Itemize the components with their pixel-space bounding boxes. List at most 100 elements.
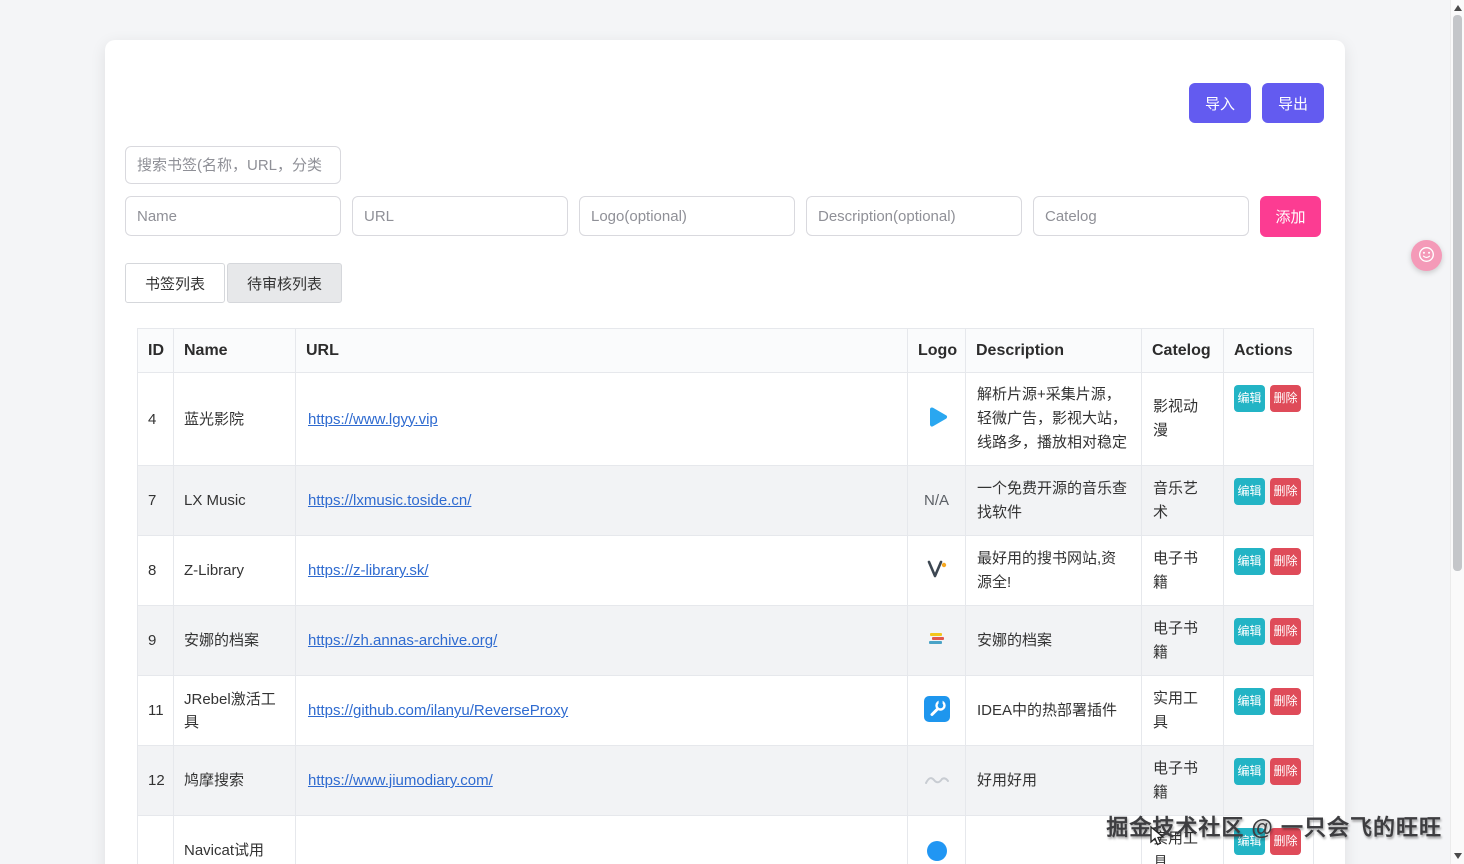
cell-url: https://www.lgyy.vip [296, 373, 908, 466]
tab-bookmark-list[interactable]: 书签列表 [125, 263, 225, 303]
delete-button[interactable]: 删除 [1270, 618, 1301, 645]
cell-url: https://lxmusic.toside.cn/ [296, 466, 908, 536]
logo-field[interactable] [579, 196, 795, 236]
export-button[interactable]: 导出 [1262, 83, 1324, 123]
cell-id [138, 816, 174, 864]
cell-logo [908, 536, 966, 606]
books-icon [928, 631, 946, 651]
list-tabs: 书签列表 待审核列表 [125, 263, 342, 303]
cell-id: 4 [138, 373, 174, 466]
cell-catelog: 电子书籍 [1142, 606, 1224, 676]
cell-catelog: 实用工具 [1142, 676, 1224, 746]
bookmark-table-body: 4 蓝光影院 https://www.lgyy.vip 解析片源+采集片源，轻微… [138, 373, 1314, 864]
header-catelog: Catelog [1142, 329, 1224, 373]
delete-button[interactable]: 删除 [1270, 758, 1301, 785]
bookmark-link[interactable]: https://z-library.sk/ [308, 562, 429, 579]
add-bookmark-form: 添加 [125, 196, 1321, 237]
cell-logo [908, 606, 966, 676]
zlibrary-icon [925, 557, 949, 585]
cell-description: 解析片源+采集片源，轻微广告，影视大站，线路多，播放相对稳定 [966, 373, 1142, 466]
edit-button[interactable]: 编辑 [1234, 548, 1265, 575]
scrollbar-up-arrow-icon[interactable] [1454, 5, 1462, 11]
description-field[interactable] [806, 196, 1022, 236]
cell-description: IDEA中的热部署插件 [966, 676, 1142, 746]
cell-logo [908, 373, 966, 466]
cell-id: 11 [138, 676, 174, 746]
cell-actions: 编辑 删除 [1224, 606, 1314, 676]
table-row: 4 蓝光影院 https://www.lgyy.vip 解析片源+采集片源，轻微… [138, 373, 1314, 466]
scrollbar-down-arrow-icon[interactable] [1454, 853, 1462, 859]
cell-name: 安娜的档案 [174, 606, 296, 676]
cell-id: 9 [138, 606, 174, 676]
cell-description: 一个免费开源的音乐查找软件 [966, 466, 1142, 536]
cell-url: https://github.com/ilanyu/ReverseProxy [296, 676, 908, 746]
cell-name: JRebel激活工具 [174, 676, 296, 746]
header-actions: Actions [1224, 329, 1314, 373]
delete-button[interactable]: 删除 [1270, 688, 1301, 715]
cell-id: 7 [138, 466, 174, 536]
cell-name: 鸠摩搜索 [174, 746, 296, 816]
header-logo: Logo [908, 329, 966, 373]
tab-pending-review-list[interactable]: 待审核列表 [227, 263, 342, 303]
scrollbar-thumb[interactable] [1453, 15, 1462, 571]
page-scrollbar[interactable] [1450, 0, 1464, 864]
table-row: 8 Z-Library https://z-library.sk/ 最好用的搜书… [138, 536, 1314, 606]
url-field[interactable] [352, 196, 568, 236]
cell-id: 12 [138, 746, 174, 816]
cell-logo: N/A [908, 466, 966, 536]
delete-button[interactable]: 删除 [1270, 385, 1301, 412]
table-row: 11 JRebel激活工具 https://github.com/ilanyu/… [138, 676, 1314, 746]
cell-actions: 编辑 删除 [1224, 373, 1314, 466]
bookmark-link[interactable]: https://www.lgyy.vip [308, 411, 438, 428]
cell-logo [908, 746, 966, 816]
bookmark-link[interactable]: https://zh.annas-archive.org/ [308, 632, 497, 649]
cell-catelog: 音乐艺术 [1142, 466, 1224, 536]
cell-actions: 编辑 删除 [1224, 536, 1314, 606]
cell-name: Navicat试用 [174, 816, 296, 864]
header-description: Description [966, 329, 1142, 373]
add-button[interactable]: 添加 [1260, 196, 1321, 237]
import-button[interactable]: 导入 [1189, 83, 1251, 123]
smiley-icon [1418, 246, 1435, 266]
cell-url: https://zh.annas-archive.org/ [296, 606, 908, 676]
import-export-toolbar: 导入 导出 [1189, 83, 1324, 123]
floating-widget-button[interactable] [1411, 240, 1442, 271]
edit-button[interactable]: 编辑 [1234, 618, 1265, 645]
edit-button[interactable]: 编辑 [1234, 688, 1265, 715]
edit-button[interactable]: 编辑 [1234, 478, 1265, 505]
table-row: 12 鸠摩搜索 https://www.jiumodiary.com/ 好用好用… [138, 746, 1314, 816]
cell-description: 安娜的档案 [966, 606, 1142, 676]
edit-button[interactable]: 编辑 [1234, 385, 1265, 412]
table-row: 7 LX Music https://lxmusic.toside.cn/ N/… [138, 466, 1314, 536]
cell-actions: 编辑 删除 [1224, 746, 1314, 816]
header-name: Name [174, 329, 296, 373]
cell-url: https://z-library.sk/ [296, 536, 908, 606]
edit-button[interactable]: 编辑 [1234, 758, 1265, 785]
cell-description: 好用好用 [966, 746, 1142, 816]
table-header-row: ID Name URL Logo Description Catelog Act… [138, 329, 1314, 373]
cell-url: https://www.jiumodiary.com/ [296, 746, 908, 816]
cell-name: LX Music [174, 466, 296, 536]
header-url: URL [296, 329, 908, 373]
search-input[interactable] [125, 146, 341, 184]
cell-name: 蓝光影院 [174, 373, 296, 466]
wrench-icon [924, 696, 950, 726]
cell-catelog: 影视动漫 [1142, 373, 1224, 466]
cell-logo [908, 676, 966, 746]
blue-circle-icon [925, 837, 949, 864]
name-field[interactable] [125, 196, 341, 236]
play-icon [924, 404, 950, 434]
delete-button[interactable]: 删除 [1270, 478, 1301, 505]
bookmark-link[interactable]: https://github.com/ilanyu/ReverseProxy [308, 702, 568, 719]
cell-description: 最好用的搜书网站,资源全! [966, 536, 1142, 606]
catelog-field[interactable] [1033, 196, 1249, 236]
bookmark-link[interactable]: https://www.jiumodiary.com/ [308, 772, 493, 789]
cell-url [296, 816, 908, 864]
bookmark-link[interactable]: https://lxmusic.toside.cn/ [308, 492, 471, 509]
cell-catelog: 电子书籍 [1142, 536, 1224, 606]
bookmark-table: ID Name URL Logo Description Catelog Act… [137, 328, 1313, 864]
header-id: ID [138, 329, 174, 373]
cell-id: 8 [138, 536, 174, 606]
cell-actions: 编辑 删除 [1224, 676, 1314, 746]
delete-button[interactable]: 删除 [1270, 548, 1301, 575]
